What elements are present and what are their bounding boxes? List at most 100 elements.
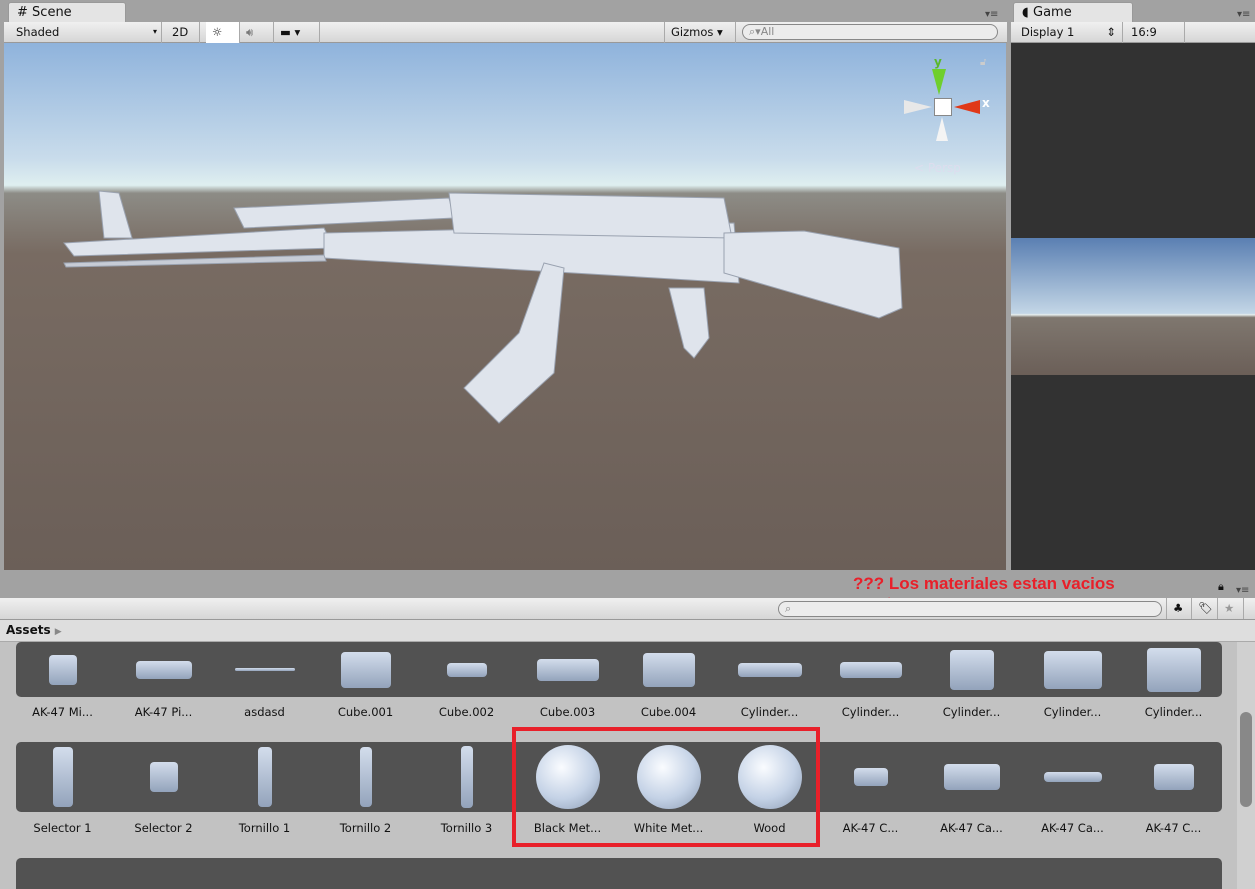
asset-item[interactable]: [12, 742, 113, 812]
aspect-dropdown[interactable]: 16:9: [1125, 22, 1185, 43]
2d-toggle[interactable]: 2D: [166, 22, 200, 43]
scene-viewport[interactable]: y x 🔓︎ < Persp: [4, 43, 1006, 570]
asset-thumbnail: [921, 642, 1022, 705]
asset-item[interactable]: [214, 642, 315, 705]
asset-label: Cylinder...: [1043, 705, 1102, 719]
asset-label: AK-47 C...: [1145, 821, 1202, 835]
asset-thumbnail: [214, 742, 315, 812]
asset-item[interactable]: [113, 642, 214, 705]
asset-item[interactable]: [214, 742, 315, 812]
asset-label: Selector 2: [134, 821, 193, 835]
asset-label: Cube.001: [337, 705, 394, 719]
asset-item[interactable]: [1022, 742, 1123, 812]
asset-thumbnail: [113, 742, 214, 812]
mesh-preview-icon: [943, 764, 1000, 790]
asset-item[interactable]: [416, 742, 517, 812]
game-view: [1011, 43, 1255, 570]
y-axis-cone-icon[interactable]: [932, 69, 946, 95]
asset-item[interactable]: [12, 642, 113, 705]
asset-thumbnail: [820, 642, 921, 705]
asset-group-band: [16, 858, 1222, 889]
lock-icon[interactable]: 🔓︎: [980, 57, 986, 68]
asset-label: Selector 1: [33, 821, 92, 835]
neg-y-cone-icon[interactable]: [936, 117, 948, 141]
mesh-preview-icon: [135, 660, 192, 679]
project-menu-icon[interactable]: ▾≡: [1236, 585, 1249, 596]
tab-scene[interactable]: # Scene: [8, 2, 126, 23]
tab-game[interactable]: ◖ Game: [1013, 2, 1133, 23]
game-render: [1011, 238, 1255, 375]
axis-y-label: y: [934, 55, 942, 69]
mesh-preview-icon: [257, 747, 272, 807]
lighting-toggle-icon[interactable]: ☼: [206, 22, 240, 43]
game-panel-menu-icon[interactable]: ▾≡: [1237, 9, 1250, 20]
favorites-star-icon[interactable]: ★: [1218, 598, 1244, 619]
project-search-input[interactable]: ⌕: [778, 601, 1162, 617]
project-toolbar: ⌕ ♣ 🏷︎ ★: [0, 598, 1255, 620]
mesh-preview-icon: [642, 652, 695, 687]
asset-item[interactable]: [921, 742, 1022, 812]
asset-item[interactable]: [921, 642, 1022, 705]
asset-thumbnail: [1123, 642, 1224, 705]
asset-item[interactable]: [820, 742, 921, 812]
asset-item[interactable]: [517, 642, 618, 705]
asset-item[interactable]: [1022, 642, 1123, 705]
asset-label: AK-47 C...: [842, 821, 899, 835]
view-cube-icon[interactable]: [934, 98, 952, 116]
asset-label: Cylinder...: [841, 705, 900, 719]
asset-item[interactable]: [719, 642, 820, 705]
asset-item[interactable]: [1123, 642, 1224, 705]
asset-thumbnail: [517, 642, 618, 705]
display-dropdown[interactable]: Display 1 ⇕: [1015, 22, 1123, 43]
mesh-preview-icon: [737, 662, 802, 677]
filter-label-icon[interactable]: 🏷︎: [1192, 598, 1218, 619]
mesh-preview-icon: [48, 654, 77, 685]
mesh-preview-icon: [1146, 647, 1201, 692]
grid-icon: #: [17, 5, 28, 20]
scrollbar-thumb[interactable]: [1240, 712, 1252, 807]
asset-thumbnail: [618, 642, 719, 705]
scrollbar[interactable]: [1237, 642, 1255, 889]
mesh-preview-icon: [949, 649, 994, 690]
persp-label[interactable]: < Persp: [914, 161, 961, 175]
mesh-preview-icon: [446, 662, 487, 677]
asset-thumbnail: [1022, 742, 1123, 812]
asset-item[interactable]: [618, 642, 719, 705]
panel-menu-icon[interactable]: ▾≡: [985, 9, 998, 20]
asset-thumbnail: [820, 742, 921, 812]
asset-thumbnail: [12, 742, 113, 812]
asset-thumbnail: [719, 642, 820, 705]
asset-thumbnail: [1123, 742, 1224, 812]
asset-item[interactable]: [315, 742, 416, 812]
asset-thumbnail: [416, 642, 517, 705]
asset-label: Tornillo 3: [440, 821, 493, 835]
gizmos-dropdown[interactable]: Gizmos ▾: [664, 22, 736, 43]
annotation-highlight-box: [512, 727, 820, 847]
asset-item[interactable]: [416, 642, 517, 705]
annotation-text: ??? Los materiales estan vacios: [853, 574, 1115, 593]
asset-item[interactable]: [820, 642, 921, 705]
breadcrumb[interactable]: Assets ▶: [0, 620, 1255, 642]
neg-x-cone-icon[interactable]: [904, 100, 932, 114]
asset-label: AK-47 Mi...: [32, 705, 93, 719]
filter-type-icon[interactable]: ♣: [1166, 598, 1192, 619]
asset-item[interactable]: [315, 642, 416, 705]
asset-item[interactable]: [1123, 742, 1224, 812]
scene-toolbar: Shaded ▾ 2D ☼ 🔊︎ ▬ ▾ Gizmos ▾ ⌕▾All: [4, 22, 1007, 43]
asset-label: Cylinder...: [740, 705, 799, 719]
mesh-preview-icon: [52, 747, 73, 807]
audio-toggle-icon[interactable]: 🔊︎: [240, 22, 274, 43]
mesh-preview-icon: [340, 651, 391, 688]
scene-search-input[interactable]: ⌕▾All: [742, 24, 998, 40]
mesh-preview-icon: [359, 747, 372, 807]
asset-thumbnail: [921, 742, 1022, 812]
asset-item[interactable]: [113, 742, 214, 812]
effects-dropdown-icon[interactable]: ▬ ▾: [274, 22, 320, 43]
shading-dropdown[interactable]: Shaded ▾: [10, 22, 162, 43]
mesh-preview-icon: [839, 661, 902, 678]
asset-thumbnail: [416, 742, 517, 812]
asset-thumbnail: [315, 642, 416, 705]
lock-icon[interactable]: 🔒︎: [1218, 580, 1224, 594]
x-axis-cone-icon[interactable]: [954, 100, 980, 114]
mesh-preview-icon: [234, 668, 295, 671]
